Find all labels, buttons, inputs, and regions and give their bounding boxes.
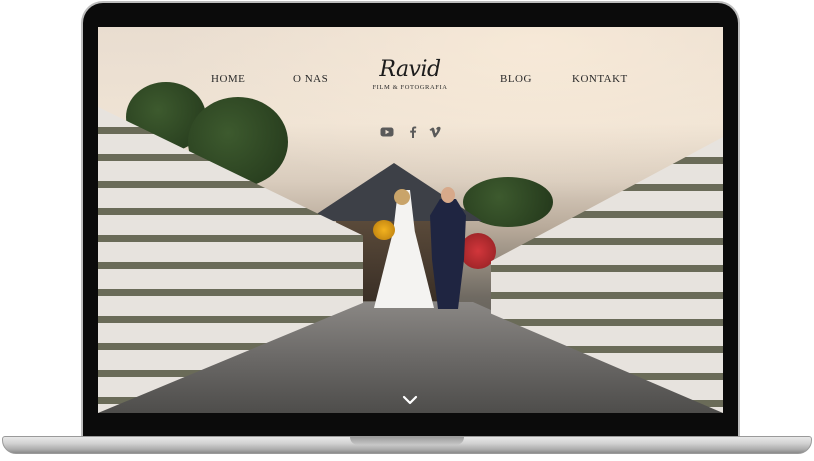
youtube-icon[interactable] [380,125,394,139]
chevron-down-icon[interactable] [401,393,419,405]
nav-home-link[interactable]: HOME [211,73,245,85]
logo-script: Ravid [379,57,441,82]
logo-subtitle: FILM & FOTOGRAFIA [372,84,448,91]
website-screen: HOME O NAS Ravid FILM & FOTOGRAFIA BLOG … [98,27,723,413]
nav-about-link[interactable]: O NAS [293,73,328,85]
laptop-bezel [83,413,738,438]
vimeo-icon[interactable] [428,125,442,139]
nav-contact-link[interactable]: KONTAKT [572,73,628,85]
site-logo[interactable]: Ravid FILM & FOTOGRAFIA [368,57,452,101]
facebook-icon[interactable] [406,125,420,139]
bouquet [373,220,395,240]
laptop-notch [350,437,464,445]
bride-head [394,189,410,205]
flowers [460,233,496,269]
groom-head [441,187,455,203]
nav-blog-link[interactable]: BLOG [500,73,532,85]
